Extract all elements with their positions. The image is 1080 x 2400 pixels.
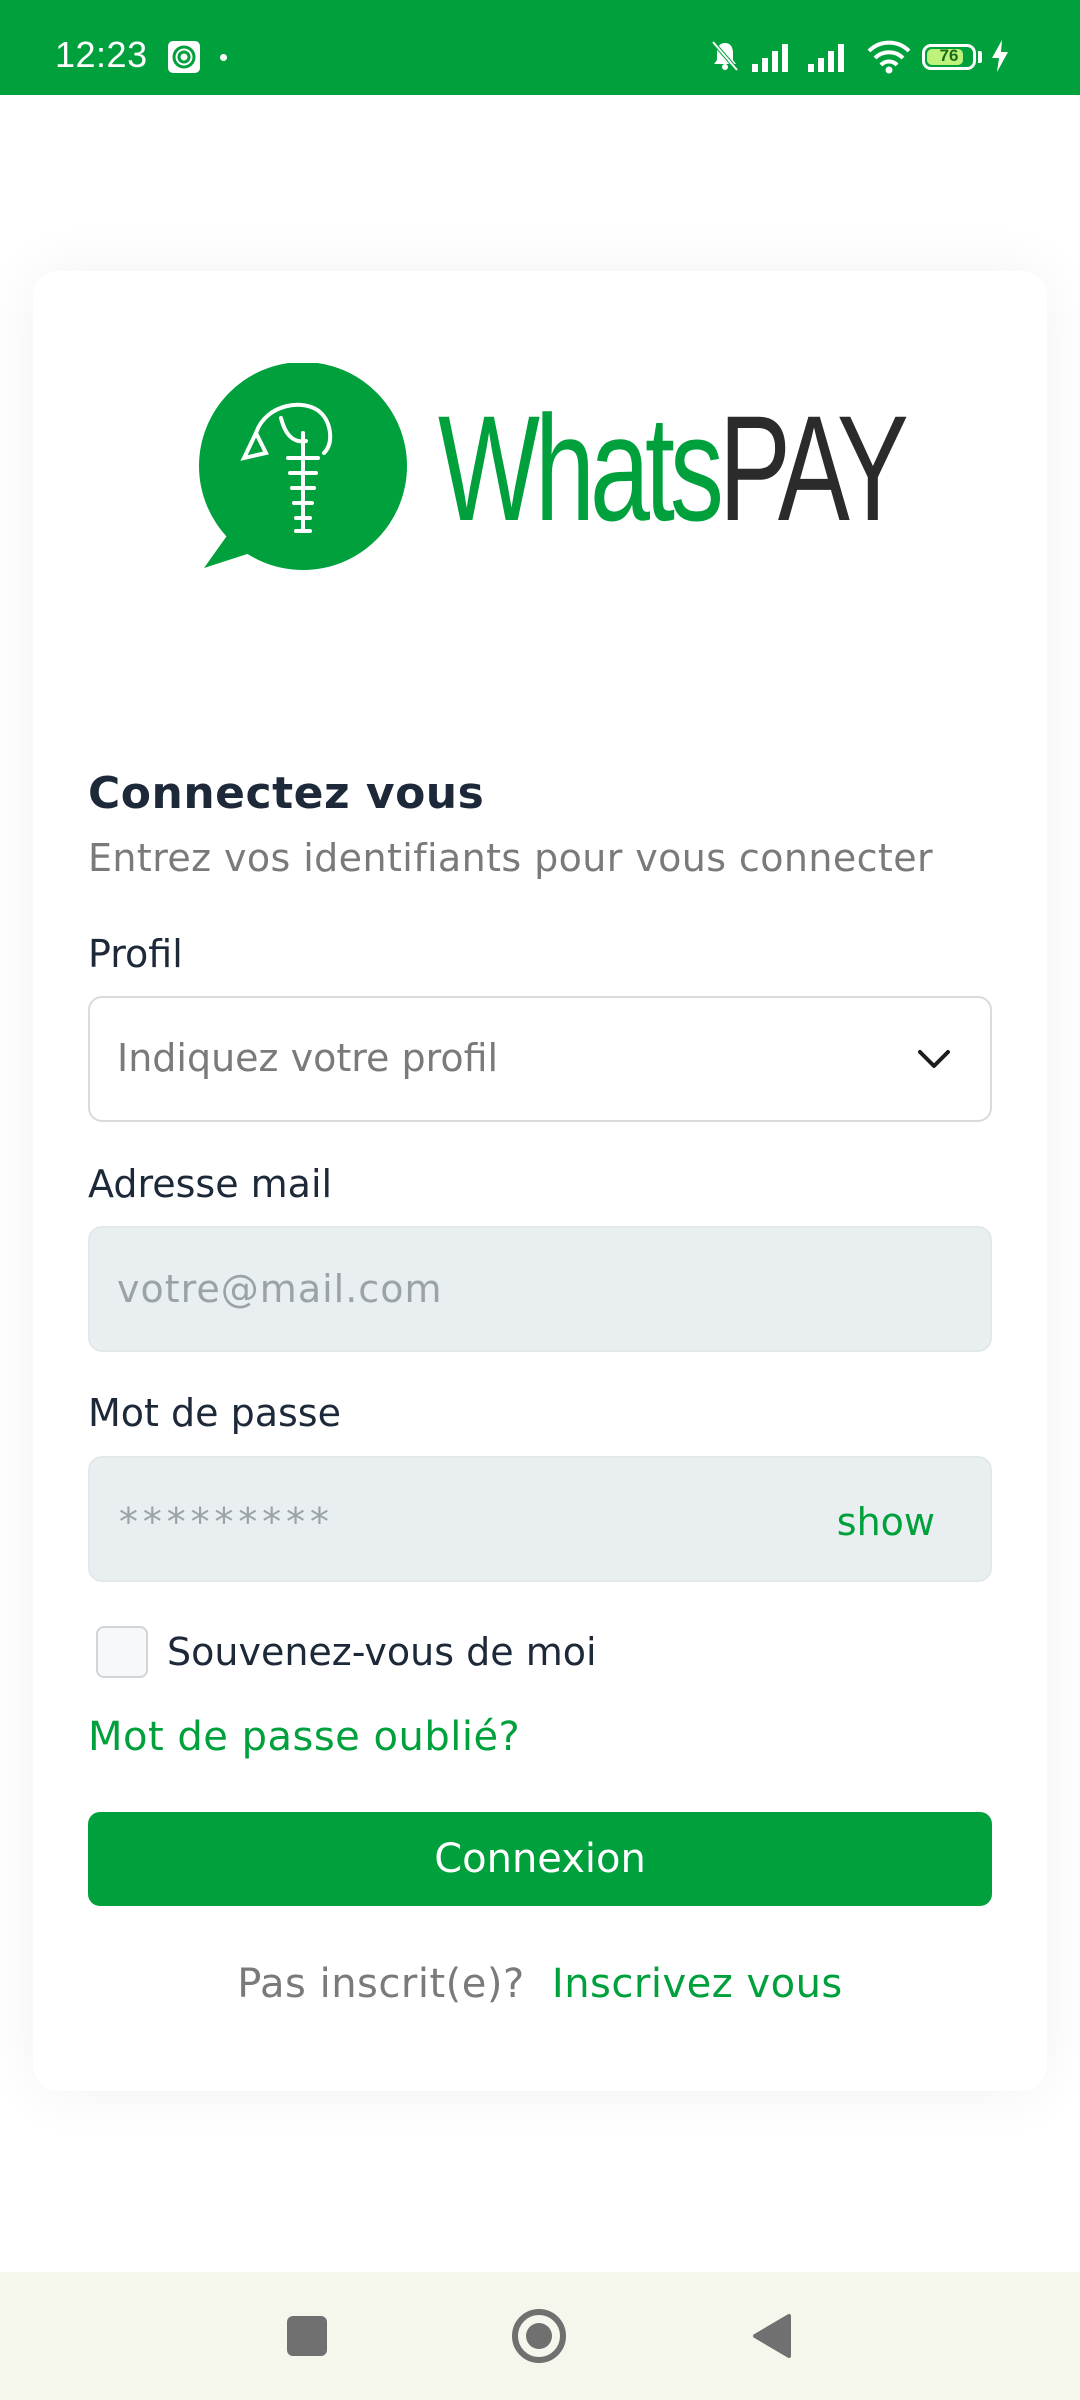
logo-bubble-icon bbox=[199, 363, 407, 570]
battery-level: 76 bbox=[939, 46, 959, 65]
remember-me-label: Souvenez-vous de moi bbox=[167, 1630, 597, 1674]
status-icons: 76 bbox=[710, 36, 1040, 76]
signup-row: Pas inscrit(e)? Inscrivez vous bbox=[33, 1961, 1047, 2007]
email-label: Adresse mail bbox=[88, 1162, 333, 1206]
battery-icon: 76 bbox=[922, 44, 976, 70]
charging-icon bbox=[992, 40, 1008, 72]
back-button[interactable] bbox=[751, 2312, 793, 2360]
status-bar: 12:23 76 bbox=[0, 0, 1080, 95]
navigation-bar bbox=[0, 2272, 1080, 2400]
password-label: Mot de passe bbox=[88, 1391, 341, 1435]
logo-wordmark: WhatsPAY bbox=[438, 393, 909, 543]
email-field[interactable] bbox=[88, 1226, 992, 1352]
password-field[interactable]: ********* show bbox=[88, 1456, 992, 1582]
forgot-password-link[interactable]: Mot de passe oublié? bbox=[88, 1714, 520, 1760]
signal-icon bbox=[752, 44, 788, 72]
logo-text-dark: PAY bbox=[718, 384, 909, 552]
email-input[interactable] bbox=[117, 1228, 877, 1350]
logo-text-green: Whats bbox=[438, 384, 724, 552]
whatspay-logo: WhatsPAY bbox=[196, 363, 936, 573]
login-card: WhatsPAY Connectez vous Entrez vos ident… bbox=[33, 271, 1047, 2091]
chevron-down-icon bbox=[918, 1050, 950, 1068]
profile-select[interactable]: Indiquez votre profil bbox=[88, 996, 992, 1122]
home-button[interactable] bbox=[511, 2308, 567, 2364]
signup-link[interactable]: Inscrivez vous bbox=[552, 1961, 843, 2007]
page-subtitle: Entrez vos identifiants pour vous connec… bbox=[88, 836, 934, 880]
show-password-button[interactable]: show bbox=[837, 1500, 935, 1544]
password-placeholder: ********* bbox=[117, 1500, 332, 1544]
wifi-icon bbox=[867, 40, 911, 74]
signal-icon bbox=[808, 44, 844, 72]
recents-button[interactable] bbox=[287, 2316, 327, 2356]
status-time: 12:23 bbox=[55, 34, 148, 75]
profile-select-placeholder: Indiquez votre profil bbox=[117, 1036, 499, 1080]
profile-label: Profil bbox=[88, 932, 183, 976]
signup-question: Pas inscrit(e)? bbox=[237, 1961, 525, 2007]
page-title: Connectez vous bbox=[88, 768, 485, 819]
remember-me-checkbox[interactable] bbox=[96, 1626, 148, 1678]
login-button[interactable]: Connexion bbox=[88, 1812, 992, 1906]
muted-bell-icon bbox=[711, 40, 739, 72]
status-dot bbox=[220, 54, 227, 61]
app-notification-icon bbox=[168, 41, 200, 73]
